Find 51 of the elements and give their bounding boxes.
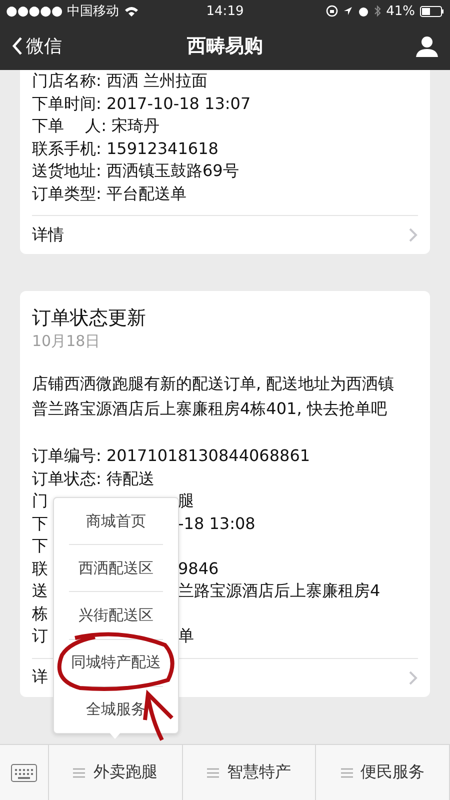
order-detail-text: 订单类型: 平台配送单: [32, 182, 186, 204]
order-detail-text: 下单时间: 2017-10-18 13:07: [32, 92, 251, 114]
order-detail-text: 腿: [178, 490, 194, 512]
order-detail-text: 送: [32, 581, 48, 600]
order-detail-text: 送货地址: 西洒镇玉鼓路69号: [32, 160, 239, 182]
order-detail-text: 下: [32, 514, 48, 532]
order-detail-text: 订: [32, 626, 48, 645]
rotation-lock-icon: [326, 5, 338, 17]
menu-item[interactable]: 西洒配送区: [54, 545, 178, 592]
menu-tab[interactable]: 外卖跑腿: [49, 745, 183, 800]
card-date: 10月18日: [32, 331, 102, 351]
message-text: 店铺西洒微跑腿有新的配送订单, 配送地址为西洒镇普兰路宝源酒店后上寨廉租房4栋401, 快去抢单吧: [32, 373, 396, 420]
battery-icon: [420, 6, 444, 16]
menu-item[interactable]: 兴街配送区: [54, 592, 178, 639]
bluetooth-icon: [374, 5, 382, 17]
chevron-icon: [408, 227, 418, 243]
page-title: 西畴易购: [187, 35, 263, 57]
details-link[interactable]: 详: [32, 667, 48, 688]
back-link[interactable]: 微信: [12, 34, 62, 58]
order-detail-text: 订单状态: 待配送: [32, 468, 154, 490]
order-detail-text: 订单编号: 20171018130844068861: [32, 445, 310, 467]
order-detail-text: 联系手机: 15912341618: [32, 138, 218, 160]
order-detail-text: 下: [32, 536, 48, 555]
clock-text: 14:19: [206, 4, 244, 18]
order-detail-text: 兰路宝源酒店后上寨廉租房4: [178, 580, 380, 602]
person-icon[interactable]: [416, 35, 438, 57]
menu-icon: [340, 768, 353, 778]
location-icon: [343, 6, 354, 16]
order-detail-text: 门店名称: 西洒 兰州拉面: [32, 70, 208, 92]
menu-item[interactable]: 同城特产配送: [54, 640, 178, 686]
menu-icon: [73, 768, 86, 778]
details-link[interactable]: 详情: [32, 224, 64, 246]
chevron-icon: [408, 670, 418, 686]
card-title: 订单状态更新: [32, 306, 147, 331]
order-detail-text: 下单 人: 宋琦丹: [32, 115, 160, 137]
order-detail-text: 9846: [178, 558, 219, 580]
carrier-text: ●●●●● 中国移动: [6, 3, 119, 20]
menu-tab[interactable]: 便民服务: [316, 745, 450, 800]
order-detail-text: -18 13:08: [178, 512, 256, 534]
order-detail-text: 门: [32, 491, 48, 510]
menu-tab[interactable]: 智慧特产: [182, 745, 316, 800]
back-icon: [12, 37, 23, 55]
order-detail-text: 联: [32, 558, 48, 578]
order-detail-text: 栋: [32, 604, 48, 622]
menu-item[interactable]: 商城首页: [54, 498, 178, 544]
keyboard-icon[interactable]: [11, 764, 37, 782]
menu-item[interactable]: 全城服务: [54, 686, 178, 734]
order-detail-text: 单: [178, 625, 194, 647]
menu-icon: [207, 768, 219, 778]
wifi-icon: [124, 6, 139, 16]
battery-text: 41%: [386, 4, 415, 18]
